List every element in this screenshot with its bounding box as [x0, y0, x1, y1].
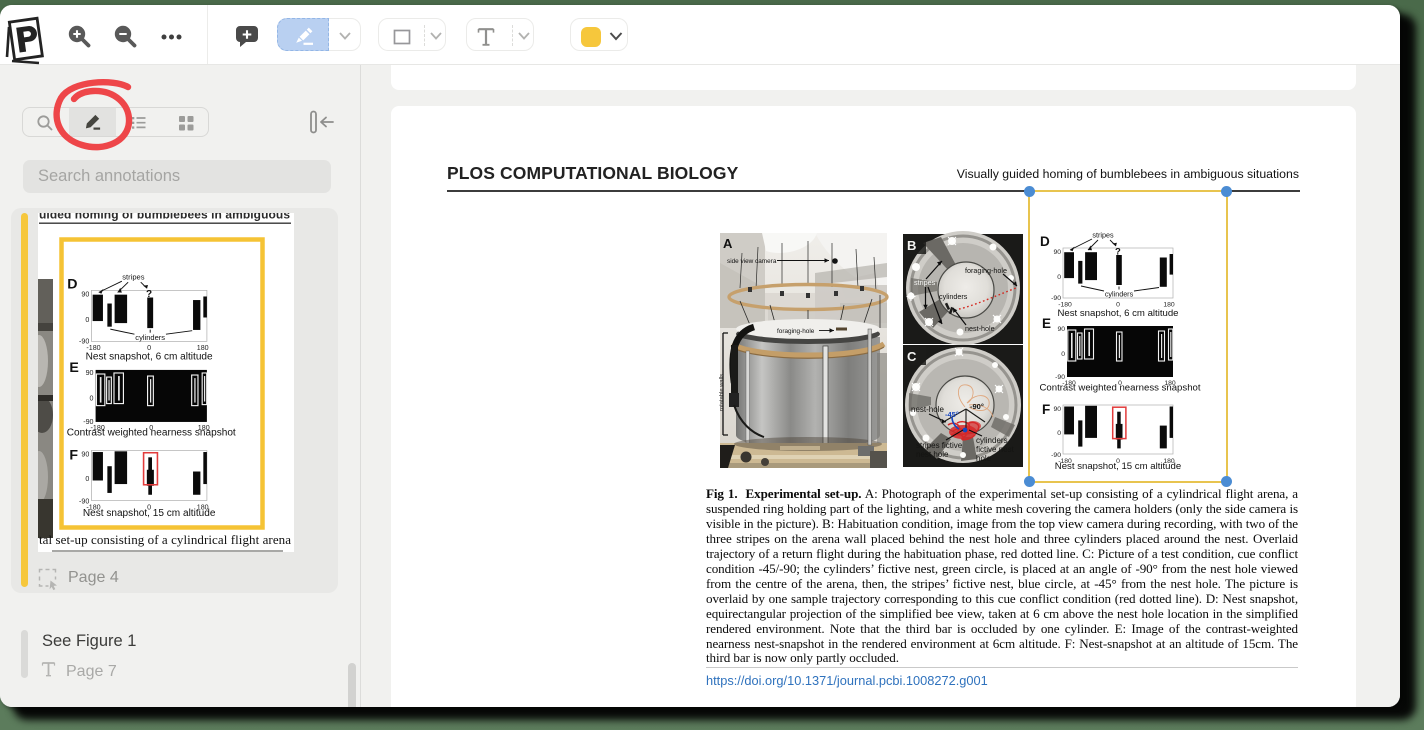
svg-text:cylinders: cylinders — [976, 436, 1008, 445]
svg-text:B: B — [907, 238, 916, 253]
svg-text:foraging-hole: foraging-hole — [777, 328, 815, 335]
svg-text:nest-hole: nest-hole — [911, 405, 944, 414]
svg-text:foraging-hole: foraging-hole — [965, 266, 1007, 275]
svg-text:nest hole: nest hole — [916, 450, 949, 459]
svg-text:rotatable walls: rotatable walls — [719, 374, 725, 411]
svg-text:cylinders: cylinders — [939, 292, 968, 301]
svg-text:hole: hole — [976, 454, 992, 463]
svg-text:fictive nest: fictive nest — [976, 445, 1015, 454]
svg-text:stripes: stripes — [914, 278, 936, 287]
svg-text:nest-hole: nest-hole — [965, 324, 995, 333]
svg-text:side view camera: side view camera — [727, 258, 777, 265]
svg-text:stripes fictive: stripes fictive — [916, 441, 963, 450]
svg-text:uided homing of bumblebees in: uided homing of bumblebees in ambiguous — [39, 213, 290, 222]
svg-text:C: C — [907, 349, 917, 364]
svg-text:-45°: -45° — [945, 410, 959, 419]
svg-text:-90°: -90° — [970, 402, 984, 411]
svg-text:A: A — [723, 236, 733, 251]
svg-text:tal set-up consisting of a cyl: tal set-up consisting of a cylindrical f… — [39, 532, 291, 547]
